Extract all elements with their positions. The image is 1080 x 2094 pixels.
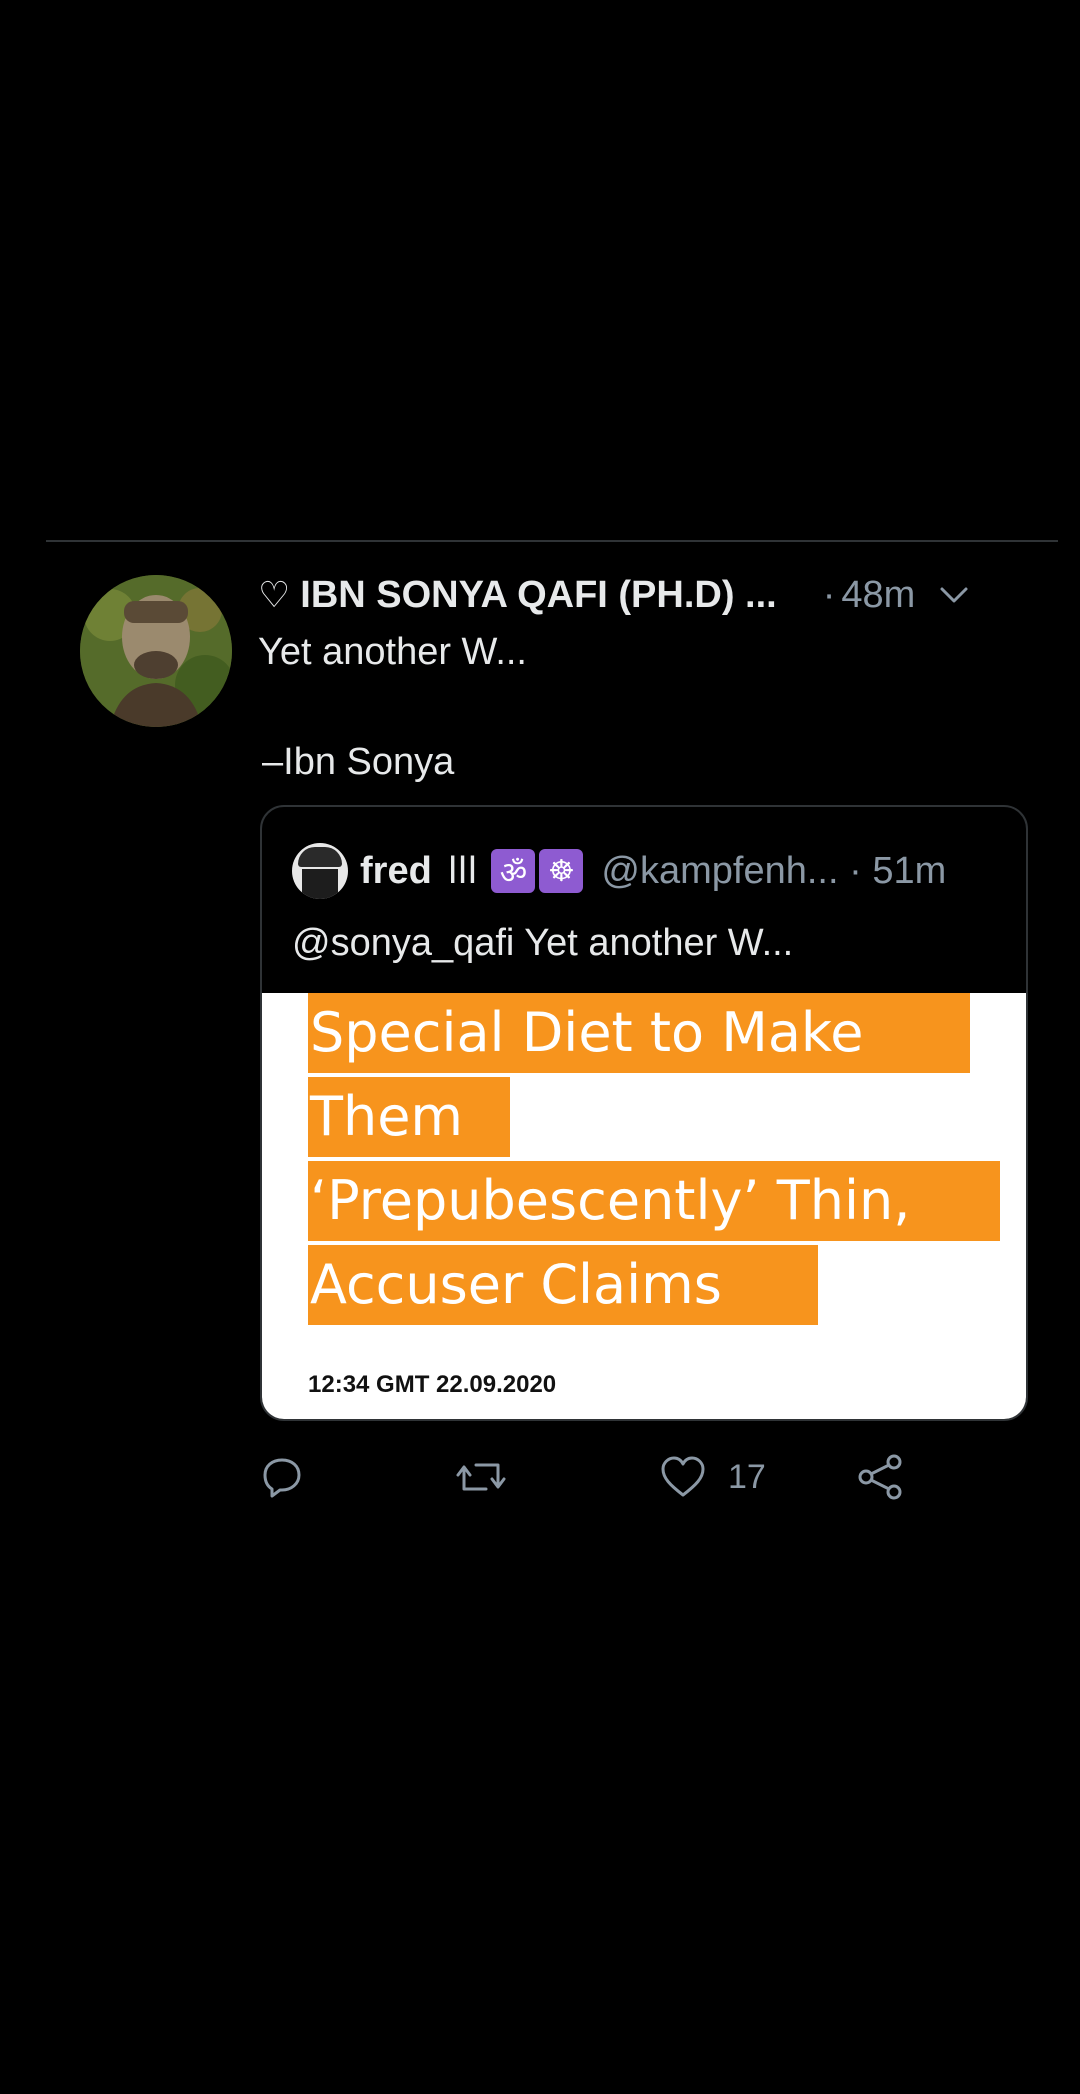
image-caption: 12:34 GMT 22.09.2020 (308, 1371, 557, 1398)
tweet-timestamp[interactable]: 48m (841, 574, 915, 617)
share-button[interactable] (856, 1450, 904, 1504)
headline-line: Them (308, 1077, 510, 1157)
quoted-tweet-header: fred ǀǀǀ ॐ ☸ @kampfenh... · 51m (292, 841, 946, 901)
headline-line: Special Diet to Make (308, 993, 970, 1073)
headline-line: Accuser Claims (308, 1245, 818, 1325)
tweet-divider (46, 540, 1058, 542)
tweet-text: Yet another W... (258, 631, 527, 673)
quoted-name-bars: ǀǀǀ (447, 849, 478, 892)
quoted-author-avatar[interactable] (292, 843, 348, 899)
tweet-header: ♡ IBN SONYA QAFI (PH.D) ... · 48m (258, 570, 1018, 620)
time-separator: · (822, 573, 836, 616)
tweet-actions: 17 (260, 1450, 960, 1510)
author-avatar[interactable] (80, 575, 232, 727)
author-display-name[interactable]: IBN SONYA QAFI (PH.D) ... (300, 574, 776, 617)
headline-line: ‘Prepubescently’ Thin, (308, 1161, 1000, 1241)
quoted-time-separator: · (849, 849, 862, 892)
quoted-author-handle[interactable]: @kampfenh... (601, 850, 838, 893)
heart-icon (660, 1455, 706, 1499)
tweet-signature: –Ibn Sonya (262, 741, 455, 783)
dharma-wheel-emoji-icon: ☸ (539, 849, 584, 893)
retweet-icon (456, 1455, 506, 1499)
quoted-tweet-image[interactable]: Special Diet to Make Them ‘Prepubescentl… (262, 993, 1026, 1419)
quoted-tweet-card[interactable]: fred ǀǀǀ ॐ ☸ @kampfenh... · 51m @sonya_q… (260, 805, 1028, 1421)
retweet-button[interactable] (456, 1450, 506, 1504)
om-emoji-icon: ॐ (491, 849, 536, 893)
heart-outline-icon: ♡ (258, 574, 291, 615)
reply-icon (260, 1455, 304, 1499)
quoted-tweet-timestamp: 51m (872, 849, 947, 892)
like-count: 17 (728, 1457, 766, 1496)
like-button[interactable]: 17 (660, 1450, 766, 1504)
share-icon (856, 1454, 904, 1500)
chevron-down-icon[interactable] (939, 580, 969, 610)
quoted-author-name[interactable]: fred (360, 850, 432, 893)
reply-button[interactable] (260, 1450, 304, 1504)
quoted-tweet-text: @sonya_qafi Yet another W... (292, 922, 794, 964)
